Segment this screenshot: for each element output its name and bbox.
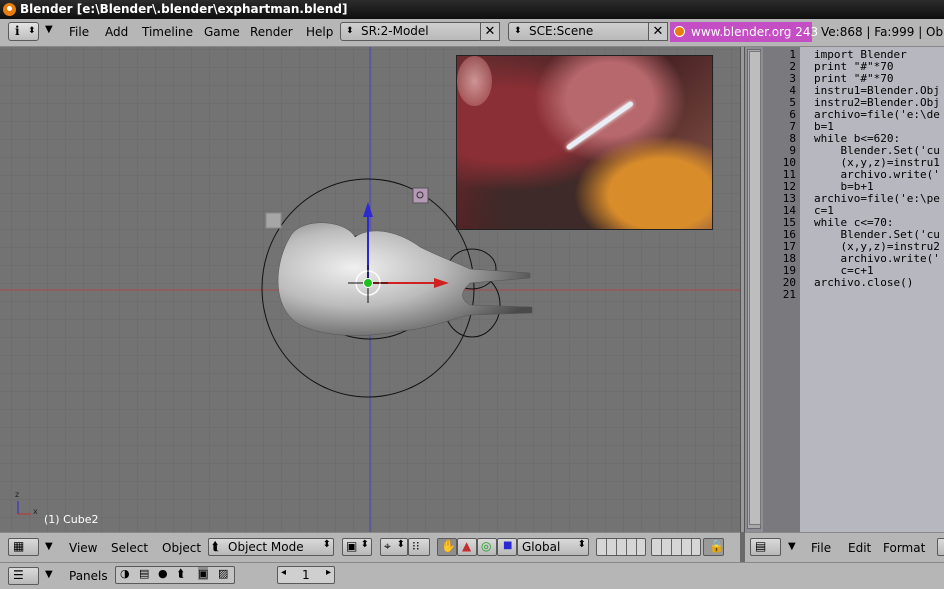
mode-dropdown[interactable]: ⮬ Object Mode xyxy=(208,538,334,556)
info-icon: i xyxy=(15,24,20,38)
layer-buttons-group2[interactable] xyxy=(651,538,701,556)
triangle-icon: ▲ xyxy=(462,539,472,553)
screen-name: SR:2-Model xyxy=(361,24,429,38)
scrollbar-thumb[interactable] xyxy=(749,51,761,525)
frame-number-value: 1 xyxy=(302,568,310,582)
menu-render[interactable]: Render xyxy=(250,25,293,39)
rotate-manipulator-button[interactable]: ◎ xyxy=(477,538,497,556)
scale-manipulator-button[interactable]: ■ xyxy=(497,538,517,556)
menu-timeline[interactable]: Timeline xyxy=(142,25,193,39)
menu-file[interactable]: File xyxy=(69,25,89,39)
collapse-triangle-icon[interactable]: ▼ xyxy=(45,569,53,580)
text-editor[interactable]: 1 2 3 4 5 6 7 8 9 10 11 12 13 14 15 16 17 18 19 20 21 import… xyxy=(745,47,944,532)
pivot-dropdown[interactable]: ⌖ xyxy=(380,538,408,556)
chevron-updown-icon: ⬍ xyxy=(28,26,36,36)
menu-format[interactable]: Format xyxy=(883,541,925,555)
menu-help[interactable]: Help xyxy=(306,25,333,39)
collapse-triangle-icon[interactable]: ▼ xyxy=(45,541,53,552)
editing-icon[interactable]: ▣ xyxy=(198,567,209,580)
chevron-updown-icon: ⬍ xyxy=(346,26,354,36)
editor-type-button[interactable]: ☰ xyxy=(8,567,39,585)
lock-icon: 🔒 xyxy=(709,539,724,553)
menu-add[interactable]: Add xyxy=(105,25,128,39)
text-editor-header: ▤ ▼ File Edit Format xyxy=(745,532,944,562)
scene-stats: Ve:868 | Fa:999 | Ob:3 xyxy=(821,25,944,39)
manipulator-toggle[interactable]: ✋ xyxy=(437,538,457,556)
scene-selector[interactable]: ⬍ SCE:Scene xyxy=(508,22,650,41)
object-icon[interactable]: ⮬ xyxy=(178,567,185,581)
frame-number-field[interactable]: ◂ 1 ▸ xyxy=(277,566,335,584)
lamp-selected-square[interactable] xyxy=(412,187,429,204)
text-scrollbar[interactable] xyxy=(747,49,761,529)
draw-type-dropdown[interactable]: ▣ xyxy=(342,538,372,556)
text-editor-icon: ▤ xyxy=(755,539,767,553)
surgical-instrument-image xyxy=(565,100,634,151)
menu-object[interactable]: Object xyxy=(162,541,201,555)
screen-selector[interactable]: ⬍ SR:2-Model xyxy=(340,22,482,41)
scene-icon[interactable]: ▨ xyxy=(218,567,228,580)
orientation-value: Global xyxy=(522,540,561,554)
blender-logo-icon xyxy=(674,26,685,37)
menu-view[interactable]: View xyxy=(69,541,97,555)
window-title: Blender [e:\Blender\.blender\exphartman.… xyxy=(20,2,348,16)
line-number: 21 xyxy=(782,288,796,301)
fullscreen-button[interactable] xyxy=(937,538,944,556)
code-area[interactable]: import Blender print "#"*70 print "#"*70 in… xyxy=(800,47,944,532)
menu-select[interactable]: Select xyxy=(111,541,148,555)
decrement-arrow-icon: ◂ xyxy=(281,567,287,578)
shading-cube-icon: ▣ xyxy=(346,539,358,553)
orientation-dropdown[interactable]: Global xyxy=(517,538,589,556)
blender-url-link[interactable]: www.blender.org 243 xyxy=(670,22,818,42)
mini-axis-z-label: z xyxy=(15,490,20,499)
tissue-highlight xyxy=(457,56,492,106)
snap-button[interactable]: ⁝⁝ xyxy=(408,538,430,556)
code-line[interactable]: archivo.close() xyxy=(814,277,913,289)
editor-type-button[interactable]: ▦ xyxy=(8,538,39,556)
collapse-triangle-icon[interactable]: ▼ xyxy=(45,24,53,35)
close-icon: ✕ xyxy=(484,24,496,39)
translate-manipulator-button[interactable]: ▲ xyxy=(457,538,477,556)
script-icon[interactable]: ▤ xyxy=(139,567,149,580)
collapse-triangle-icon[interactable]: ▼ xyxy=(788,541,796,552)
blender-logo-icon xyxy=(3,3,16,16)
video-overlay-image xyxy=(456,55,713,230)
close-icon: ✕ xyxy=(652,24,664,39)
menu-edit[interactable]: Edit xyxy=(848,541,871,555)
info-header: i ⬍ ▼ File Add Timeline Game Render Help… xyxy=(0,19,944,47)
blender-url: www.blender.org 243 xyxy=(691,25,819,39)
snap-icon: ⁝⁝ xyxy=(412,539,420,553)
square-icon: ■ xyxy=(503,540,513,551)
shading-icon[interactable]: ● xyxy=(158,567,168,580)
layer-buttons-group1[interactable] xyxy=(596,538,646,556)
logic-icon[interactable]: ◑ xyxy=(120,567,130,580)
object-mode-icon: ⮬ xyxy=(212,539,220,553)
lock-layers-button[interactable]: 🔒 xyxy=(703,538,724,556)
lamp-square[interactable] xyxy=(265,212,282,229)
delete-scene-button[interactable]: ✕ xyxy=(648,22,668,41)
buttons-window-header: ☰ ▼ Panels ◑ ▤ ● ⮬ ▣ ▨ ◂ 1 ▸ xyxy=(0,562,944,589)
panels-label: Panels xyxy=(69,569,108,583)
editor-type-button[interactable]: i ⬍ xyxy=(8,22,39,41)
rotate-ring-icon: ◎ xyxy=(481,539,492,553)
context-buttons-group[interactable]: ◑ ▤ ● ⮬ ▣ ▨ xyxy=(115,566,235,584)
hand-icon: ✋ xyxy=(441,539,456,553)
object-info-label: (1) Cube2 xyxy=(44,513,99,526)
pivot-icon: ⌖ xyxy=(384,539,391,553)
mini-axis-x-label: x xyxy=(33,507,38,516)
scene-name: SCE:Scene xyxy=(529,24,594,38)
menu-file[interactable]: File xyxy=(811,541,831,555)
3d-view-header: ▦ ▼ View Select Object ⮬ Object Mode ▣ ⌖… xyxy=(0,532,740,562)
editor-type-button[interactable]: ▤ xyxy=(750,538,781,556)
mode-value: Object Mode xyxy=(228,540,304,554)
chevron-updown-icon: ⬍ xyxy=(514,26,522,36)
object-origin-dot xyxy=(363,278,373,288)
buttons-window-icon: ☰ xyxy=(13,568,24,582)
menu-game[interactable]: Game xyxy=(204,25,240,39)
line-numbers-gutter: 1 2 3 4 5 6 7 8 9 10 11 12 13 14 15 16 17 18 19 20 21 xyxy=(763,47,800,532)
grid-icon: ▦ xyxy=(13,539,25,553)
delete-screen-button[interactable]: ✕ xyxy=(480,22,500,41)
window-title-bar: Blender [e:\Blender\.blender\exphartman.… xyxy=(0,0,944,19)
increment-arrow-icon: ▸ xyxy=(325,567,331,578)
